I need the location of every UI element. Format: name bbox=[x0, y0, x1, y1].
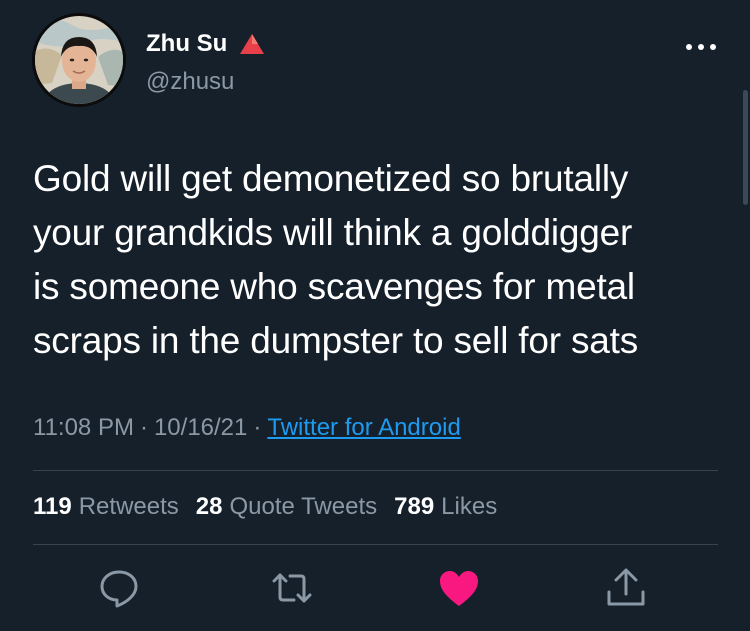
avatar-image bbox=[32, 13, 126, 107]
author-name-row[interactable]: Zhu Su bbox=[146, 30, 265, 58]
quote-tweets-label: Quote Tweets bbox=[229, 493, 378, 520]
tweet-stats: 119 Retweets 28 Quote Tweets 789 Likes bbox=[33, 493, 514, 521]
quote-tweets-stat[interactable]: 28 Quote Tweets bbox=[196, 493, 377, 521]
retweet-icon[interactable] bbox=[270, 566, 314, 610]
red-triangle-icon bbox=[240, 34, 265, 54]
divider bbox=[33, 470, 718, 471]
likes-label: Likes bbox=[441, 493, 498, 520]
scrollbar[interactable] bbox=[743, 90, 748, 205]
tweet-action-bar bbox=[0, 566, 750, 610]
author-display-name[interactable]: Zhu Su bbox=[146, 30, 227, 58]
tweet-text-line: scraps in the dumpster to sell for sats bbox=[33, 320, 639, 361]
more-options-icon[interactable] bbox=[684, 38, 718, 56]
divider bbox=[33, 544, 718, 545]
reply-icon[interactable] bbox=[97, 566, 141, 610]
tweet-text-line: Gold will get demonetized so brutally bbox=[33, 158, 629, 199]
retweets-stat[interactable]: 119 Retweets bbox=[33, 493, 179, 521]
meta-separator: · bbox=[253, 414, 262, 441]
avatar[interactable] bbox=[32, 13, 126, 107]
retweets-label: Retweets bbox=[78, 493, 179, 520]
tweet-text-line: is someone who scavenges for metal bbox=[33, 266, 635, 307]
tweet-time[interactable]: 11:08 PM bbox=[33, 414, 134, 441]
tweet-source-link[interactable]: Twitter for Android bbox=[267, 414, 460, 441]
retweets-count: 119 bbox=[33, 493, 72, 520]
author-handle[interactable]: @zhusu bbox=[146, 68, 234, 96]
tweet-date[interactable]: 10/16/21 bbox=[154, 414, 247, 441]
tweet-text: Gold will get demonetized so brutally yo… bbox=[33, 152, 723, 368]
likes-count: 789 bbox=[394, 493, 435, 520]
share-icon[interactable] bbox=[604, 566, 648, 610]
tweet-text-line: your grandkids will think a golddigger bbox=[33, 212, 633, 253]
likes-stat[interactable]: 789 Likes bbox=[394, 493, 497, 521]
tweet-meta: 11:08 PM · 10/16/21 · Twitter for Android bbox=[33, 414, 461, 442]
heart-icon[interactable] bbox=[437, 566, 481, 610]
meta-separator: · bbox=[139, 414, 148, 441]
quote-tweets-count: 28 bbox=[195, 493, 223, 520]
